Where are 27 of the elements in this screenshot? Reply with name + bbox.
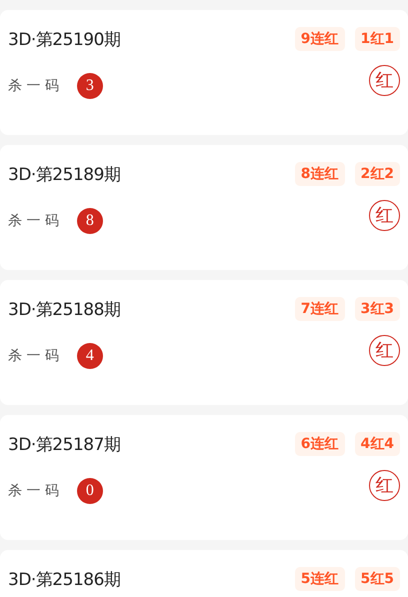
streak-tag: 1红1 xyxy=(354,27,400,51)
kill-label: 杀 一 码 xyxy=(8,347,59,365)
issue-title: 3D·第25187期 xyxy=(8,434,120,456)
streak-tag: 3红3 xyxy=(354,297,400,321)
kill-label: 杀 一 码 xyxy=(8,482,59,500)
number-ball: 4 xyxy=(76,343,103,369)
streak-tag: 7连红 xyxy=(294,297,345,321)
number-ball: 8 xyxy=(76,208,103,234)
number-ball: 0 xyxy=(76,478,103,504)
streak-tag: 2红2 xyxy=(354,162,400,186)
issue-title: 3D·第25188期 xyxy=(8,298,120,320)
kill-label: 杀 一 码 xyxy=(8,77,59,95)
issue-title: 3D·第25186期 xyxy=(8,568,120,590)
streak-tag: 4红4 xyxy=(354,432,400,456)
issue-title: 3D·第25189期 xyxy=(8,164,120,186)
result-stamp: 红 xyxy=(369,470,400,500)
issue-title: 3D·第25190期 xyxy=(8,28,120,50)
number-ball: 3 xyxy=(76,73,103,99)
kill-label: 杀 一 码 xyxy=(8,212,59,230)
streak-tag: 9连红 xyxy=(294,27,345,51)
result-stamp: 红 xyxy=(369,200,400,230)
streak-tag: 8连红 xyxy=(294,162,345,186)
streak-tag: 5红5 xyxy=(354,567,400,591)
result-stamp: 红 xyxy=(369,64,400,96)
streak-tag: 5连红 xyxy=(294,567,345,591)
streak-tag: 6连红 xyxy=(294,432,345,456)
result-stamp: 红 xyxy=(369,334,400,366)
